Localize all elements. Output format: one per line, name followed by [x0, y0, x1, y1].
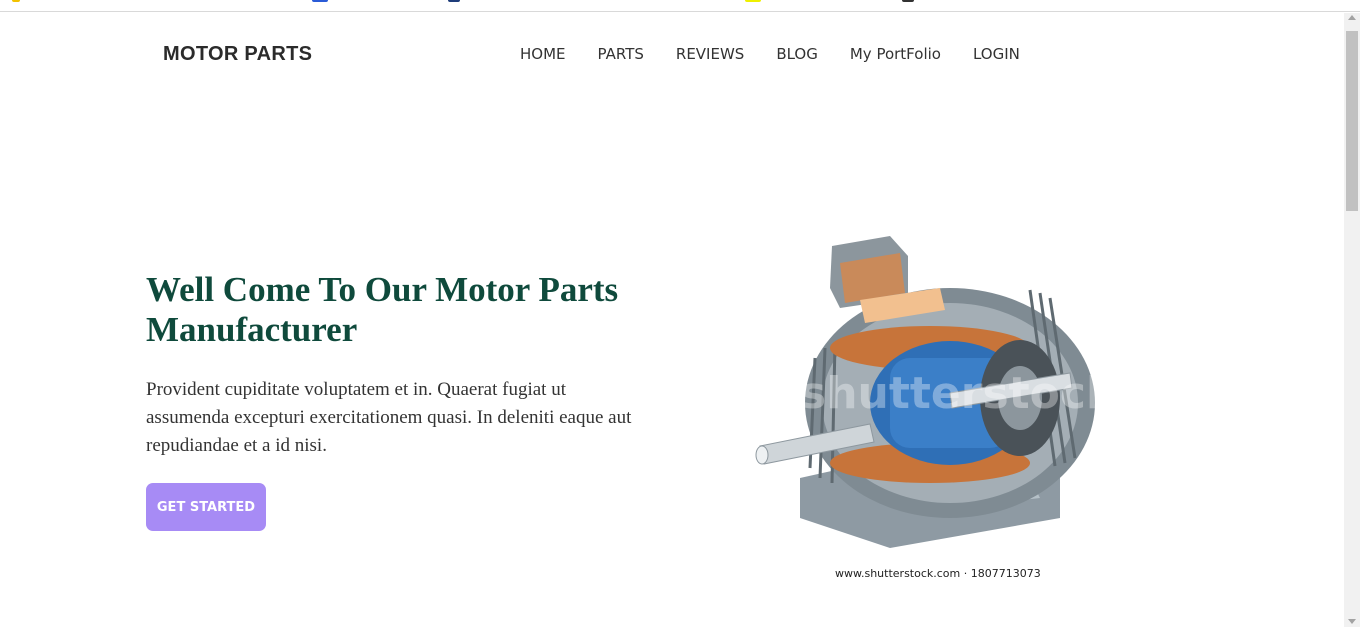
motor-image: shutterstock: [740, 228, 1120, 558]
get-started-button[interactable]: GET STARTED: [146, 483, 266, 531]
bookmark-fragment: [12, 0, 20, 2]
bookmark-fragment: [312, 0, 328, 2]
brand-logo[interactable]: MOTOR PARTS: [163, 43, 312, 66]
nav-link-home[interactable]: HOME: [520, 45, 566, 63]
bookmark-fragment: [448, 0, 460, 2]
hero-title: Well Come To Our Motor Parts Manufacture…: [146, 270, 619, 349]
motor-illustration: shutterstock: [755, 236, 1117, 548]
scroll-down-arrow-icon[interactable]: [1348, 619, 1356, 624]
bookmark-fragment: [902, 0, 914, 2]
page-scrollbar[interactable]: [1344, 13, 1360, 627]
browser-bookmarks-strip: [0, 0, 1360, 12]
motor-shaft-end: [755, 445, 769, 465]
nav-link-reviews[interactable]: REVIEWS: [676, 45, 744, 63]
brand-text: MOTOR PARTS: [163, 43, 313, 65]
nav-link-portfolio[interactable]: My PortFolio: [850, 45, 941, 63]
bookmark-fragment: [745, 0, 761, 2]
scrollbar-thumb[interactable]: [1346, 31, 1358, 211]
nav-link-login[interactable]: LOGIN: [973, 45, 1020, 63]
top-navbar: MOTOR PARTS HOME PARTS REVIEWS BLOG My P…: [0, 13, 1344, 93]
nav-link-blog[interactable]: BLOG: [776, 45, 818, 63]
scroll-up-arrow-icon[interactable]: [1348, 15, 1356, 20]
hero-description: Provident cupiditate voluptatem et in. Q…: [146, 379, 632, 456]
image-caption: www.shutterstock.com · 1807713073: [835, 567, 1041, 580]
image-watermark: shutterstock: [800, 368, 1117, 419]
nav-links: HOME PARTS REVIEWS BLOG My PortFolio LOG…: [520, 45, 1020, 63]
nav-link-parts[interactable]: PARTS: [598, 45, 644, 63]
